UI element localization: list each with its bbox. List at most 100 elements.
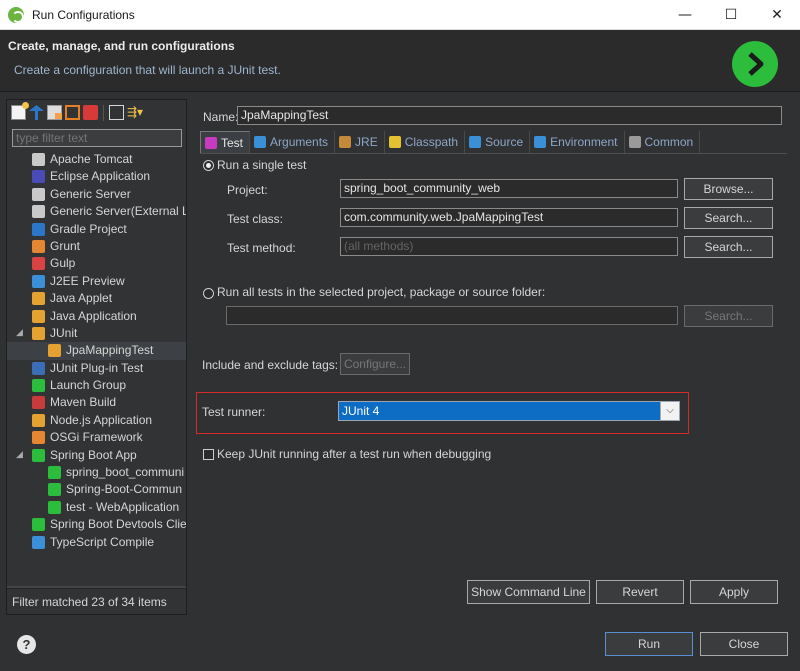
run-all-field[interactable] — [226, 306, 678, 325]
browse-button[interactable]: Browse... — [684, 178, 773, 200]
tree-item[interactable]: Generic Server — [7, 186, 186, 203]
tree-item-label: Maven Build — [50, 395, 117, 410]
config-toolbar: ⇶▾ — [7, 100, 186, 125]
tree-item-label: Eclipse Application — [50, 169, 151, 184]
environment-tab-icon — [534, 136, 547, 148]
run-all-label: Run all tests in the selected project, p… — [217, 285, 546, 299]
run-button[interactable]: Run — [605, 632, 693, 656]
tree-item[interactable]: Gulp — [7, 255, 186, 272]
nodejs-icon — [32, 413, 45, 427]
jre-tab-icon — [339, 136, 352, 148]
tree-item-label: test - WebApplication — [66, 499, 180, 514]
spring-boot-icon — [48, 466, 61, 480]
close-button[interactable]: Close — [700, 632, 788, 656]
delete-icon[interactable] — [83, 105, 98, 120]
tree-item[interactable]: Apache Tomcat — [7, 151, 186, 168]
tree-item[interactable]: ◢ JUnit — [7, 325, 186, 342]
tree-item-label: TypeScript Compile — [50, 534, 155, 549]
tree-item[interactable]: Generic Server(External La — [7, 203, 186, 220]
tree-item[interactable]: Spring-Boot-Commun — [7, 481, 186, 498]
revert-button[interactable]: Revert — [596, 580, 684, 604]
filter-menu-icon[interactable]: ⇶▾ — [127, 105, 151, 120]
tree-item[interactable]: Gradle Project — [7, 221, 186, 238]
new-config-icon[interactable] — [11, 102, 29, 120]
tab-label: JRE — [355, 135, 378, 149]
tree-item-label: Gradle Project — [50, 221, 127, 236]
run-arrow-icon — [732, 41, 778, 87]
configure-tags-button[interactable]: Configure... — [340, 353, 410, 375]
header-subtitle: Create a configuration that will launch … — [14, 63, 281, 77]
tree-item[interactable]: J2EE Preview — [7, 273, 186, 290]
chevron-down-icon[interactable]: ⌵ — [660, 402, 679, 420]
tree-item-label: JUnit — [50, 325, 78, 340]
minimize-button[interactable]: — — [662, 0, 708, 30]
tree-item-label: OSGi Framework — [50, 430, 143, 445]
export-icon[interactable] — [47, 105, 62, 120]
tree-item[interactable]: TypeScript Compile — [7, 534, 186, 551]
show-command-line-button[interactable]: Show Command Line — [467, 580, 590, 604]
search-all-button[interactable]: Search... — [684, 305, 773, 327]
project-label: Project: — [227, 183, 268, 197]
tree-item[interactable]: Eclipse Application — [7, 168, 186, 185]
test-class-field[interactable]: com.community.web.JpaMappingTest — [340, 208, 678, 227]
test-method-field[interactable]: (all methods) — [340, 237, 678, 256]
tab-arguments[interactable]: Arguments — [250, 131, 336, 153]
tree-item[interactable]: Spring Boot Devtools Clie — [7, 516, 186, 533]
eclipse-icon — [32, 170, 45, 184]
configuration-editor: Name: JpaMappingTest Test Arguments JRE Cla… — [195, 103, 788, 613]
run-all-radio[interactable] — [203, 288, 214, 299]
duplicate-icon[interactable] — [65, 105, 80, 120]
tab-jre[interactable]: JRE — [335, 131, 385, 153]
server-icon — [32, 205, 45, 219]
collapse-all-icon[interactable] — [109, 105, 124, 120]
typescript-icon — [32, 535, 45, 549]
new-prototype-icon[interactable] — [29, 105, 44, 120]
search-class-button[interactable]: Search... — [684, 207, 773, 229]
tree-item-label: Java Applet — [50, 291, 113, 306]
filter-input[interactable] — [12, 129, 182, 147]
tree-item[interactable]: JUnit Plug-in Test — [7, 360, 186, 377]
maximize-button[interactable]: ☐ — [708, 0, 754, 30]
tree-item[interactable]: OSGi Framework — [7, 429, 186, 446]
tree-item[interactable]: Launch Group — [7, 377, 186, 394]
keep-running-checkbox[interactable] — [203, 449, 214, 460]
single-test-radio[interactable] — [203, 160, 214, 171]
tree-item[interactable]: Java Applet — [7, 290, 186, 307]
tree-item[interactable]: Java Application — [7, 308, 186, 325]
configuration-list-panel: ⇶▾ Apache Tomcat Eclipse Application Gener… — [6, 99, 187, 615]
tree-item[interactable]: ◢ Spring Boot App — [7, 447, 186, 464]
apply-button[interactable]: Apply — [690, 580, 778, 604]
tree-item[interactable]: Maven Build — [7, 394, 186, 411]
tree-item[interactable]: JpaMappingTest — [7, 342, 186, 360]
tab-label: Environment — [550, 135, 618, 149]
keep-running-label: Keep JUnit running after a test run when… — [217, 447, 492, 461]
project-field[interactable]: spring_boot_community_web — [340, 179, 678, 198]
tags-label: Include and exclude tags: — [202, 358, 339, 372]
tree-item[interactable]: test - WebApplication — [7, 499, 186, 516]
tree-item[interactable]: Grunt — [7, 238, 186, 255]
spring-boot-icon — [48, 500, 61, 514]
single-test-label: Run a single test — [217, 158, 307, 172]
tomcat-icon — [32, 153, 45, 166]
tab-environment[interactable]: Environment — [530, 131, 625, 153]
maven-icon — [32, 396, 45, 410]
spring-boot-icon — [32, 448, 45, 462]
tab-label: Common — [644, 135, 694, 149]
tree-item[interactable]: spring_boot_communi — [7, 464, 186, 481]
tree-item-label: JUnit Plug-in Test — [50, 360, 144, 375]
tree-item[interactable]: Node.js Application — [7, 412, 186, 429]
search-method-button[interactable]: Search... — [684, 236, 773, 258]
test-runner-select[interactable]: JUnit 4 ⌵ — [338, 401, 680, 421]
classpath-tab-icon — [388, 136, 401, 148]
tree-item-label: Generic Server — [50, 186, 131, 201]
tab-source[interactable]: Source — [465, 131, 531, 153]
help-icon[interactable]: ? — [17, 635, 36, 654]
expand-toggle-icon[interactable]: ◢ — [16, 325, 23, 342]
spring-devtools-icon — [32, 518, 45, 532]
name-input[interactable]: JpaMappingTest — [237, 106, 782, 125]
expand-toggle-icon[interactable]: ◢ — [16, 447, 23, 464]
close-window-button[interactable]: ✕ — [754, 0, 800, 30]
tab-common[interactable]: Common — [625, 131, 701, 153]
tab-test[interactable]: Test — [200, 131, 251, 153]
tab-classpath[interactable]: Classpath — [385, 131, 466, 153]
